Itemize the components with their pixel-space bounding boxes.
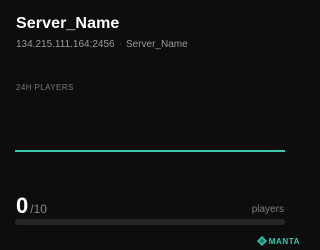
- history-chart-label: 24H PLAYERS: [16, 83, 74, 92]
- diamond-logo-icon: [256, 236, 267, 246]
- players-label: players: [251, 204, 284, 215]
- server-name-title: Server_Name: [16, 15, 120, 32]
- server-subtitle: 134.215.111.164:2456 · Server_Name: [16, 39, 188, 50]
- player-count-max: /10: [30, 202, 47, 216]
- separator-dot: ·: [118, 39, 122, 50]
- server-subtitle-name: Server_Name: [125, 39, 188, 50]
- brand-name: MANTA: [268, 236, 300, 246]
- player-count-current: 0: [16, 193, 29, 218]
- branding[interactable]: MANTA: [256, 235, 300, 247]
- server-address[interactable]: 134.215.111.164:2456: [16, 39, 115, 50]
- server-status-widget: Server_Name 134.215.111.164:2456 · Server_…: [0, 0, 300, 250]
- player-count: 0/10: [16, 193, 47, 219]
- player-capacity-bar: [15, 219, 285, 225]
- player-history-chart: [15, 150, 285, 152]
